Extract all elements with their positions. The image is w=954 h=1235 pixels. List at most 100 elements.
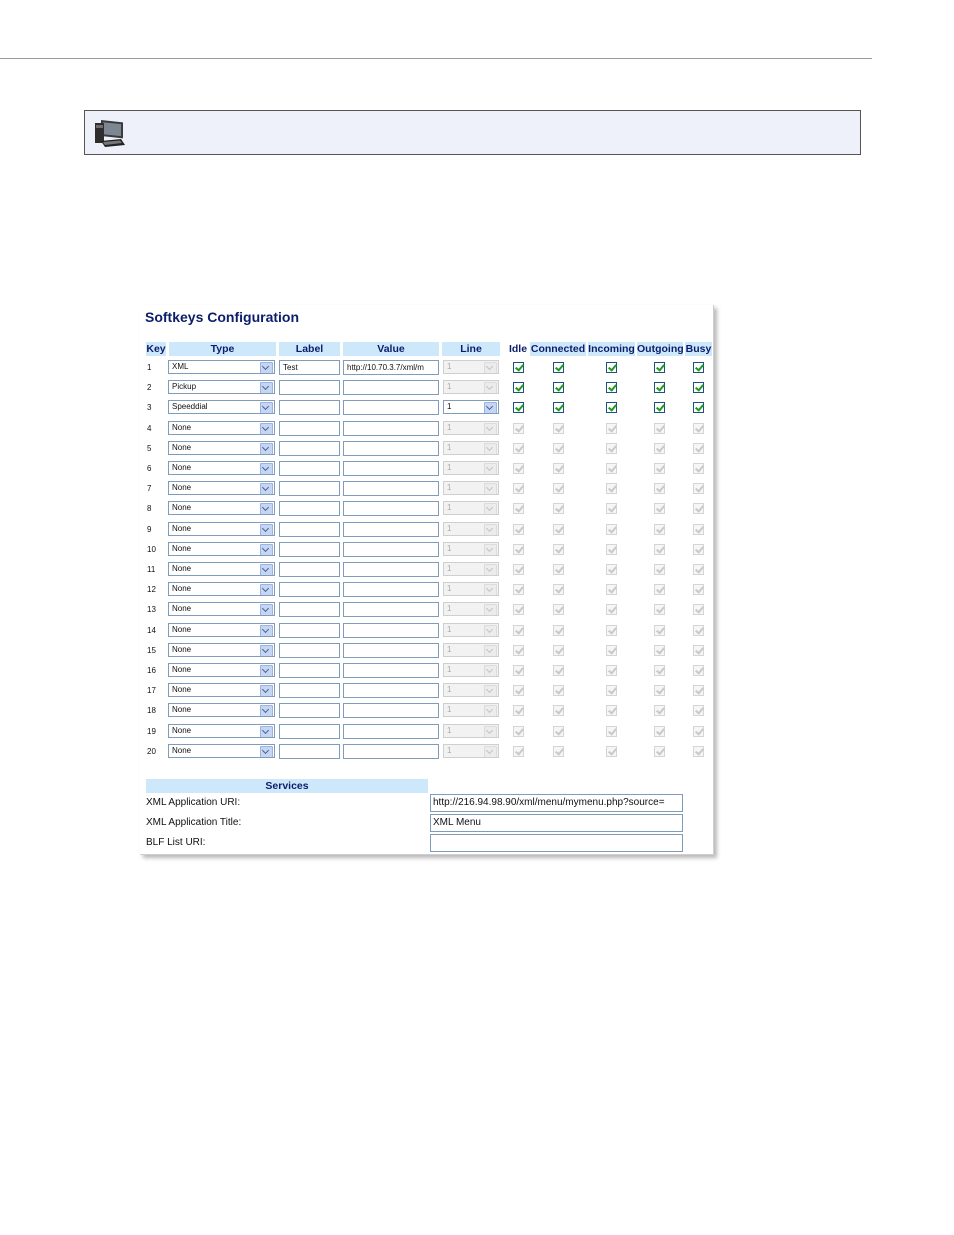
- busy-checkbox[interactable]: [693, 644, 704, 656]
- label-input[interactable]: [279, 743, 340, 759]
- incoming-checkbox[interactable]: [606, 362, 617, 373]
- type-select[interactable]: None: [168, 461, 275, 475]
- line-select[interactable]: 1: [443, 400, 499, 415]
- line-select[interactable]: 1: [443, 521, 499, 536]
- incoming-checkbox[interactable]: [606, 442, 617, 454]
- idle-checkbox[interactable]: [513, 503, 524, 515]
- incoming-checkbox[interactable]: [606, 745, 617, 757]
- outgoing-checkbox[interactable]: [654, 442, 665, 454]
- line-select[interactable]: 1: [443, 501, 499, 516]
- idle-checkbox[interactable]: [513, 665, 524, 676]
- connected-checkbox[interactable]: [553, 745, 564, 757]
- line-select[interactable]: 1: [443, 541, 499, 556]
- label-input[interactable]: [279, 521, 340, 537]
- connected-checkbox[interactable]: [553, 685, 564, 697]
- connected-checkbox[interactable]: [553, 665, 564, 676]
- incoming-checkbox[interactable]: [606, 624, 617, 636]
- value-input[interactable]: [343, 582, 439, 598]
- type-select[interactable]: XML: [168, 360, 275, 374]
- connected-checkbox[interactable]: [553, 705, 564, 717]
- type-select[interactable]: None: [168, 521, 275, 536]
- type-select[interactable]: Pickup: [168, 380, 275, 395]
- type-select[interactable]: None: [168, 420, 275, 435]
- idle-checkbox[interactable]: [513, 584, 524, 596]
- type-select[interactable]: None: [168, 481, 275, 496]
- line-select[interactable]: 1: [443, 360, 499, 374]
- value-input[interactable]: [343, 622, 439, 638]
- type-select[interactable]: None: [168, 642, 275, 657]
- incoming-checkbox[interactable]: [606, 543, 617, 555]
- connected-checkbox[interactable]: [553, 584, 564, 596]
- incoming-checkbox[interactable]: [606, 644, 617, 656]
- type-select[interactable]: None: [168, 743, 275, 758]
- type-select[interactable]: None: [168, 440, 275, 455]
- type-select[interactable]: None: [168, 703, 275, 718]
- type-select[interactable]: None: [168, 582, 275, 597]
- type-select[interactable]: None: [168, 602, 275, 617]
- busy-checkbox[interactable]: [693, 564, 704, 575]
- line-select[interactable]: 1: [443, 562, 499, 576]
- outgoing-checkbox[interactable]: [654, 665, 665, 676]
- busy-checkbox[interactable]: [693, 523, 704, 535]
- value-input[interactable]: [343, 642, 439, 658]
- value-input[interactable]: [343, 420, 439, 436]
- value-input[interactable]: [343, 380, 439, 396]
- connected-checkbox[interactable]: [553, 503, 564, 515]
- idle-checkbox[interactable]: [513, 402, 524, 414]
- connected-checkbox[interactable]: [553, 644, 564, 656]
- idle-checkbox[interactable]: [513, 624, 524, 636]
- idle-checkbox[interactable]: [513, 463, 524, 474]
- idle-checkbox[interactable]: [513, 604, 524, 616]
- value-input[interactable]: [343, 683, 439, 699]
- busy-checkbox[interactable]: [693, 543, 704, 555]
- connected-checkbox[interactable]: [553, 543, 564, 555]
- busy-checkbox[interactable]: [693, 685, 704, 697]
- idle-checkbox[interactable]: [513, 442, 524, 454]
- busy-checkbox[interactable]: [693, 442, 704, 454]
- busy-checkbox[interactable]: [693, 624, 704, 636]
- label-input[interactable]: [279, 582, 340, 598]
- label-input[interactable]: [279, 440, 340, 456]
- value-input[interactable]: [343, 481, 439, 497]
- connected-checkbox[interactable]: [553, 483, 564, 495]
- busy-checkbox[interactable]: [693, 745, 704, 757]
- incoming-checkbox[interactable]: [606, 382, 617, 394]
- busy-checkbox[interactable]: [693, 402, 704, 414]
- idle-checkbox[interactable]: [513, 745, 524, 757]
- busy-checkbox[interactable]: [693, 463, 704, 474]
- type-select[interactable]: None: [168, 622, 275, 637]
- label-input[interactable]: [279, 380, 340, 396]
- connected-checkbox[interactable]: [553, 422, 564, 434]
- incoming-checkbox[interactable]: [606, 665, 617, 676]
- incoming-checkbox[interactable]: [606, 564, 617, 575]
- outgoing-checkbox[interactable]: [654, 685, 665, 697]
- xml-application-uri-field[interactable]: http://216.94.98.90/xml/menu/mymenu.php?…: [430, 794, 683, 812]
- busy-checkbox[interactable]: [693, 422, 704, 434]
- busy-checkbox[interactable]: [693, 665, 704, 676]
- outgoing-checkbox[interactable]: [654, 422, 665, 434]
- idle-checkbox[interactable]: [513, 564, 524, 575]
- connected-checkbox[interactable]: [553, 523, 564, 535]
- value-input[interactable]: [343, 703, 439, 719]
- label-input[interactable]: [279, 400, 340, 416]
- outgoing-checkbox[interactable]: [654, 362, 665, 373]
- outgoing-checkbox[interactable]: [654, 644, 665, 656]
- busy-checkbox[interactable]: [693, 725, 704, 737]
- value-input[interactable]: http://10.70.3.7/xml/m: [343, 360, 439, 375]
- outgoing-checkbox[interactable]: [654, 624, 665, 636]
- idle-checkbox[interactable]: [513, 543, 524, 555]
- type-select[interactable]: None: [168, 541, 275, 556]
- outgoing-checkbox[interactable]: [654, 745, 665, 757]
- connected-checkbox[interactable]: [553, 463, 564, 474]
- line-select[interactable]: 1: [443, 703, 499, 718]
- xml-application-title-field[interactable]: XML Menu: [430, 814, 683, 832]
- busy-checkbox[interactable]: [693, 362, 704, 373]
- line-select[interactable]: 1: [443, 481, 499, 496]
- label-input[interactable]: [279, 541, 340, 557]
- busy-checkbox[interactable]: [693, 604, 704, 616]
- label-input[interactable]: [279, 602, 340, 618]
- value-input[interactable]: [343, 743, 439, 759]
- line-select[interactable]: 1: [443, 582, 499, 597]
- value-input[interactable]: [343, 723, 439, 739]
- outgoing-checkbox[interactable]: [654, 503, 665, 515]
